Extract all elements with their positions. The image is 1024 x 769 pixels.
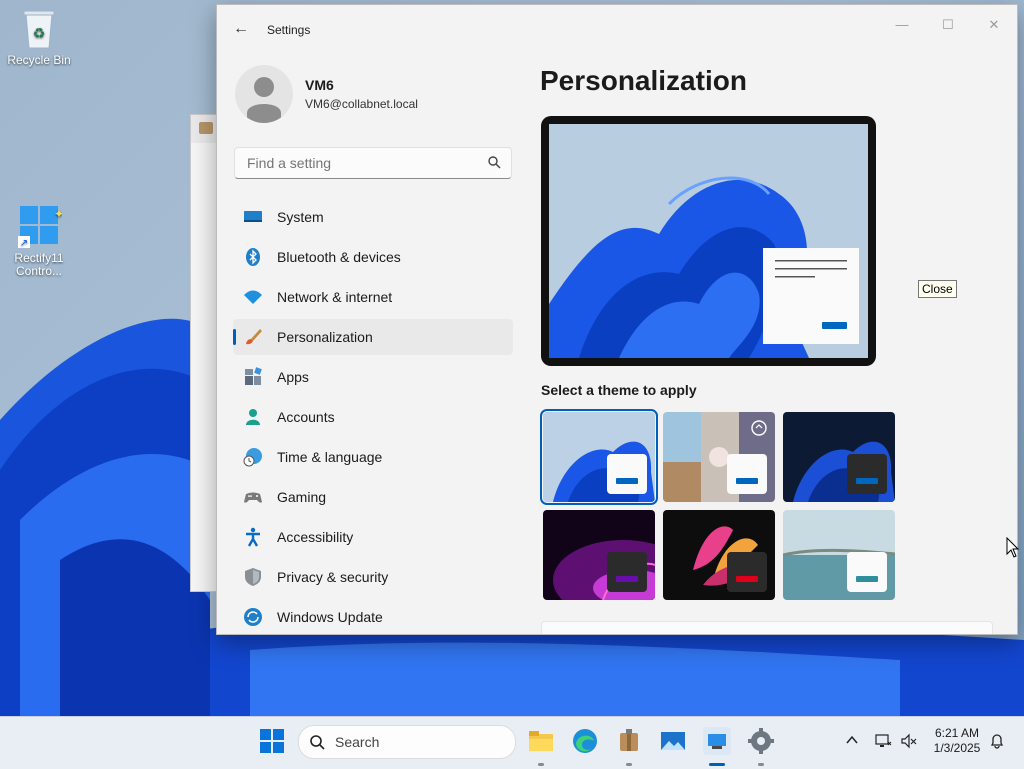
maximize-button[interactable]: ☐ (925, 11, 971, 39)
system-icon (244, 211, 262, 222)
user-email: VM6@collabnet.local (305, 97, 418, 111)
theme-windows-dark[interactable] (783, 412, 895, 502)
taskbar-clock[interactable]: 6:21 AM 1/3/2025 (922, 726, 992, 756)
user-name: VM6 (305, 77, 334, 93)
chevron-up-icon[interactable] (845, 733, 859, 747)
theme-mini-window (727, 552, 767, 592)
sidebar-nav: System Bluetooth & devices Network & int… (233, 199, 513, 634)
update-icon (244, 608, 262, 626)
person-icon (246, 409, 260, 425)
theme-flow[interactable] (783, 510, 895, 600)
sidebar-item-bluetooth[interactable]: Bluetooth & devices (233, 239, 513, 275)
taskbar: Search 6:21 AM 1/3/2025 (0, 716, 1024, 769)
svg-text:♻: ♻ (33, 25, 46, 41)
back-arrow-icon[interactable]: ← (231, 19, 251, 39)
theme-accent-swatch (736, 576, 758, 582)
control-panel-icon[interactable] (703, 727, 731, 755)
recycle-bin-icon[interactable]: ♻ Recycle Bin (4, 6, 74, 67)
window-title: Settings (267, 23, 311, 37)
person-icon (247, 77, 281, 123)
brush-icon (246, 329, 262, 345)
recycle-bin-label: Recycle Bin (7, 53, 71, 67)
clock-time: 6:21 AM (934, 726, 980, 740)
settings-window: ← Settings — ☐ ✕ VM6 VM6@collabnet.local… (216, 4, 1018, 635)
theme-mini-window (607, 552, 647, 592)
bluetooth-icon (246, 248, 260, 266)
title-bar[interactable]: ← Settings — ☐ ✕ (217, 5, 1017, 51)
theme-mini-window (847, 552, 887, 592)
theme-accent-swatch (856, 478, 878, 484)
sidebar-item-privacy[interactable]: Privacy & security (233, 559, 513, 595)
theme-accent-swatch (616, 478, 638, 484)
sidebar-item-accounts[interactable]: Accounts (233, 399, 513, 435)
package-icon (199, 122, 213, 134)
svg-text:✦: ✦ (54, 207, 62, 221)
active-indicator (233, 329, 236, 345)
search-icon (310, 735, 325, 750)
network-icon[interactable] (874, 733, 892, 749)
wifi-icon (244, 290, 262, 304)
rectify11-icon-image: ✦ ↗ (16, 204, 64, 249)
package-app-icon[interactable] (615, 727, 643, 755)
theme-mini-window (847, 454, 887, 494)
sidebar-item-system[interactable]: System (233, 199, 513, 235)
avatar[interactable] (235, 65, 293, 123)
search-input[interactable] (245, 154, 479, 172)
wallpaper-preview (549, 124, 868, 358)
settings-running-dot (758, 763, 764, 766)
package-app-running-dot (626, 763, 632, 766)
file-explorer-running-dot (538, 763, 544, 766)
search-icon (488, 156, 501, 169)
wallpaper-app-icon[interactable] (659, 727, 687, 755)
page-title: Personalization (540, 65, 747, 96)
theme-glow[interactable] (543, 510, 655, 600)
globe-clock-icon (243, 448, 262, 467)
theme-mini-window (607, 454, 647, 494)
accessibility-icon (246, 527, 260, 547)
theme-mini-window (727, 454, 767, 494)
theme-preview (541, 116, 876, 366)
close-tooltip: Close (918, 280, 957, 298)
theme-section-label: Select a theme to apply (541, 382, 697, 398)
rectify11-label: Rectify11 Contro... (14, 251, 64, 278)
clock-date: 1/3/2025 (933, 741, 981, 755)
sidebar-item-gaming[interactable]: Gaming (233, 479, 513, 515)
rectify11-control-icon[interactable]: ✦ ↗ Rectify11 Contro... (4, 204, 74, 278)
theme-accent-swatch (856, 576, 878, 582)
file-explorer-icon[interactable] (527, 727, 555, 755)
sidebar-item-network[interactable]: Network & internet (233, 279, 513, 315)
taskbar-search[interactable]: Search (298, 725, 516, 759)
next-setting-card[interactable] (541, 621, 993, 634)
control-panel-running-dot (709, 763, 725, 766)
shield-icon (245, 568, 261, 586)
sidebar-item-time-language[interactable]: Time & language (233, 439, 513, 475)
apps-icon (245, 367, 262, 385)
theme-captured-motion[interactable] (663, 510, 775, 600)
minimize-button[interactable]: — (879, 11, 925, 39)
sidebar-item-personalization[interactable]: Personalization (233, 319, 513, 355)
volume-muted-icon[interactable] (900, 733, 918, 749)
settings-gear-icon[interactable] (747, 727, 775, 755)
recycle-bin-icon-image: ♻ (21, 6, 57, 50)
svg-text:↗: ↗ (20, 238, 28, 248)
sidebar-item-accessibility[interactable]: Accessibility (233, 519, 513, 555)
start-icon[interactable] (258, 727, 286, 755)
mouse-cursor-icon (1006, 537, 1020, 558)
settings-search[interactable] (234, 147, 512, 179)
sidebar-item-apps[interactable]: Apps (233, 359, 513, 395)
theme-windows-spotlight[interactable] (663, 412, 775, 502)
sidebar-item-windows-update[interactable]: Windows Update (233, 599, 513, 634)
taskbar-search-label: Search (335, 734, 380, 750)
theme-windows-light[interactable] (540, 409, 658, 505)
close-button[interactable]: ✕ (971, 11, 1017, 39)
edge-icon[interactable] (571, 727, 599, 755)
notification-bell-icon[interactable] (989, 733, 1005, 749)
theme-accent-swatch (736, 478, 758, 484)
gamepad-icon (244, 492, 262, 503)
theme-accent-swatch (616, 576, 638, 582)
